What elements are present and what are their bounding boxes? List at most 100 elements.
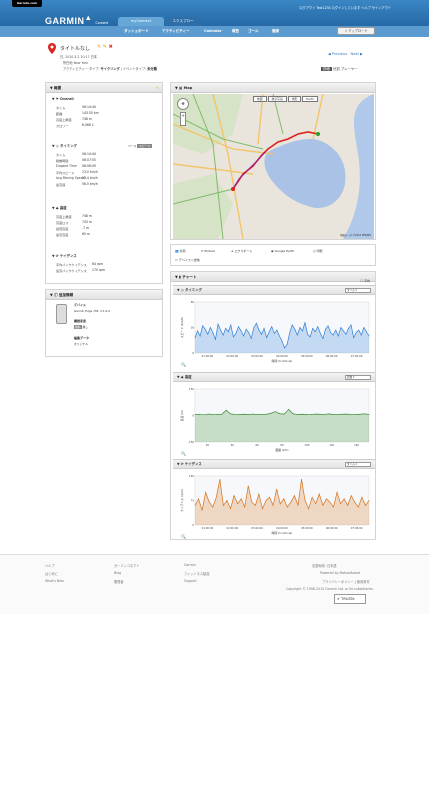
edit-icon[interactable]: ✎ — [156, 83, 159, 93]
nav-activities[interactable]: アクティビティー — [162, 29, 189, 34]
event-type[interactable]: 未分類 — [147, 67, 157, 71]
google-earth-button[interactable]: ◉ Google Earth — [271, 249, 294, 253]
data-point — [223, 505, 224, 506]
footer-link[interactable]: Garmin — [184, 563, 196, 567]
view-splits[interactable]: 分割 — [333, 67, 340, 71]
tab-myconnect[interactable]: myConnect — [118, 17, 164, 26]
cadence-section[interactable]: ▼ ⟳ ケイデンス — [52, 253, 77, 258]
garmin-logo[interactable]: GARMIN▲ Connect — [45, 13, 108, 26]
language-value: 日本語 — [326, 564, 337, 568]
y-tick-label: 150 — [189, 387, 194, 391]
y-tick-label: 0 — [192, 523, 194, 527]
print-button[interactable]: ⎙ 印刷 — [313, 249, 322, 253]
delete-icon[interactable]: ✖ — [109, 44, 113, 50]
nav-goals[interactable]: ゴール — [248, 29, 259, 34]
view-player[interactable]: プレーヤー — [341, 67, 358, 71]
next-link[interactable]: Next — [351, 52, 359, 56]
map-type-terrain[interactable]: 地形 — [287, 96, 302, 102]
footer-link[interactable]: はじめに — [45, 571, 58, 576]
send-to-device-button[interactable]: ▭ デバイスへ送信 — [175, 258, 200, 262]
truste-badge[interactable]: ✔ TRUSTe — [334, 594, 366, 604]
cadence-axis-select[interactable]: タイム ▾ — [345, 462, 371, 467]
timing-section[interactable]: ▼ ◷ タイミング — [52, 143, 77, 148]
data-point — [247, 485, 249, 487]
powered-by[interactable]: Powered by MotionBased — [320, 571, 360, 575]
activity-location[interactable]: 所在地 New York — [63, 60, 88, 65]
data-point — [210, 327, 211, 328]
view-switcher: 詳細 分割 プレーヤー — [321, 66, 358, 71]
activity-title[interactable]: タイトルなし — [60, 45, 90, 52]
device-name[interactable]: Garmin Edge 705, 2.1.0.0 — [74, 309, 110, 313]
pan-control-icon[interactable]: ✥ — [177, 98, 189, 110]
gear-tag[interactable]: 無料 — [74, 325, 82, 329]
data-point — [343, 330, 344, 332]
footer-link[interactable]: What's New — [45, 579, 64, 583]
data-point — [302, 330, 303, 332]
zoom-icon[interactable]: 🔍 — [181, 362, 186, 367]
footer-link[interactable]: ガーミンコネクト — [114, 563, 140, 568]
edit-icon[interactable]: ✎ — [97, 44, 101, 50]
elevation-section[interactable]: ▼ ⛰ 高度 — [52, 205, 67, 210]
data-point — [301, 478, 302, 480]
nav-reports[interactable]: 報告 — [232, 29, 239, 34]
elevation-chart-title: 高度 — [184, 375, 192, 379]
data-point — [368, 414, 370, 415]
data-point — [297, 414, 298, 415]
data-point — [194, 505, 196, 506]
map-panel: ▼ ▦ Map ✥ + 地図 航空写真 地形 Earth 地図データ ©2010… — [170, 82, 376, 240]
data-point — [350, 414, 352, 415]
data-point — [256, 322, 257, 324]
zoom-slider[interactable]: + — [180, 112, 186, 126]
zoom-icon[interactable]: 🔍 — [181, 534, 186, 539]
data-point — [273, 333, 275, 334]
y-axis-label: ケイデンス (rpm) — [180, 489, 184, 512]
nav-calendar[interactable]: Calendar — [204, 29, 222, 33]
map-type-satellite[interactable]: 航空写真 — [267, 96, 287, 102]
data-point — [348, 328, 349, 329]
activity-type[interactable]: サイクリング — [101, 67, 120, 71]
footer-link[interactable]: 開発者 — [114, 579, 124, 584]
footer-link[interactable]: Support — [184, 579, 197, 583]
privacy-links[interactable]: プライバシーポリシー | 使用条件 — [322, 579, 370, 584]
nav-health[interactable]: 健康 — [272, 29, 279, 34]
data-point — [358, 329, 360, 331]
view-details[interactable]: 詳細 — [321, 67, 332, 71]
previous-link[interactable]: Previous — [332, 52, 347, 56]
footer-link[interactable]: フィットネス製品 — [184, 571, 209, 576]
data-point — [226, 500, 228, 501]
map-type-map[interactable]: 地図 — [253, 96, 267, 102]
map-canvas[interactable]: ✥ + 地図 航空写真 地形 Earth 地図データ ©2010 ZENRIN — [173, 94, 374, 239]
tab-explore[interactable]: エクスプロー — [165, 17, 201, 26]
footer-link[interactable]: ヘルプ — [45, 563, 55, 568]
language-selector[interactable]: 言語地域: 日本語 — [312, 563, 336, 568]
elevation-axis-select[interactable]: 距離 ▾ — [345, 375, 371, 380]
map-type-earth[interactable]: Earth — [302, 96, 318, 102]
pace-button[interactable]: ペース — [128, 144, 136, 148]
cadence-chart[interactable]: 01:00:00 02:00:00 03:00:00 04:00:00 05:00:00… — [179, 473, 375, 539]
y-axis-label: 高度 (m) — [180, 410, 184, 421]
embed-button[interactable]: ⟳ Embed — [201, 249, 215, 253]
data-point — [350, 324, 352, 326]
type-label: アクティビティー タイプ — [63, 67, 99, 71]
edit-alt-icon[interactable]: ✎ — [103, 44, 107, 50]
nav-dashboard[interactable]: ダッシュボード — [124, 29, 149, 34]
data-point — [286, 506, 288, 508]
map-zoom-control[interactable]: ✥ + — [177, 98, 189, 130]
user-links[interactable]: ログアウト Test1234 ログインしています ヘルプ サインアウト — [299, 5, 391, 10]
stat-row: カロリー 6,066 C — [56, 123, 95, 128]
overall-section[interactable]: ▼ ⚑ Overall — [52, 97, 74, 101]
timing-chart[interactable]: 01:00:00 02:00:00 03:00:00 04:00:00 05:00:00… — [179, 299, 375, 367]
data-point — [304, 322, 306, 323]
export-button[interactable]: ➜ エクスポート — [231, 249, 252, 253]
x-axis-label: 時間 (h:mm:ss) — [272, 359, 293, 363]
chart-panel: ▼ ▮ チャート ☐ 平均 ▼ ◷ タイミング タイム ▾ 01:00:00 02:0… — [170, 271, 376, 540]
zoom-icon[interactable]: 🔍 — [181, 451, 186, 456]
share-button[interactable]: 👥 共有 — [175, 249, 186, 253]
data-point — [355, 332, 357, 333]
upload-button[interactable]: ⇧ アップロード — [337, 27, 375, 35]
speed-button[interactable]: スピード — [137, 144, 153, 148]
garmin-com-link[interactable]: Garmin.com — [12, 0, 42, 7]
footer-link[interactable]: Blog — [114, 571, 121, 575]
elevation-chart[interactable]: 20 40 60 80 100 120 140 -150 0 150 距離 (km) 高度 (m) 🔍 — [179, 386, 375, 456]
timing-axis-select[interactable]: タイム ▾ — [345, 288, 371, 293]
